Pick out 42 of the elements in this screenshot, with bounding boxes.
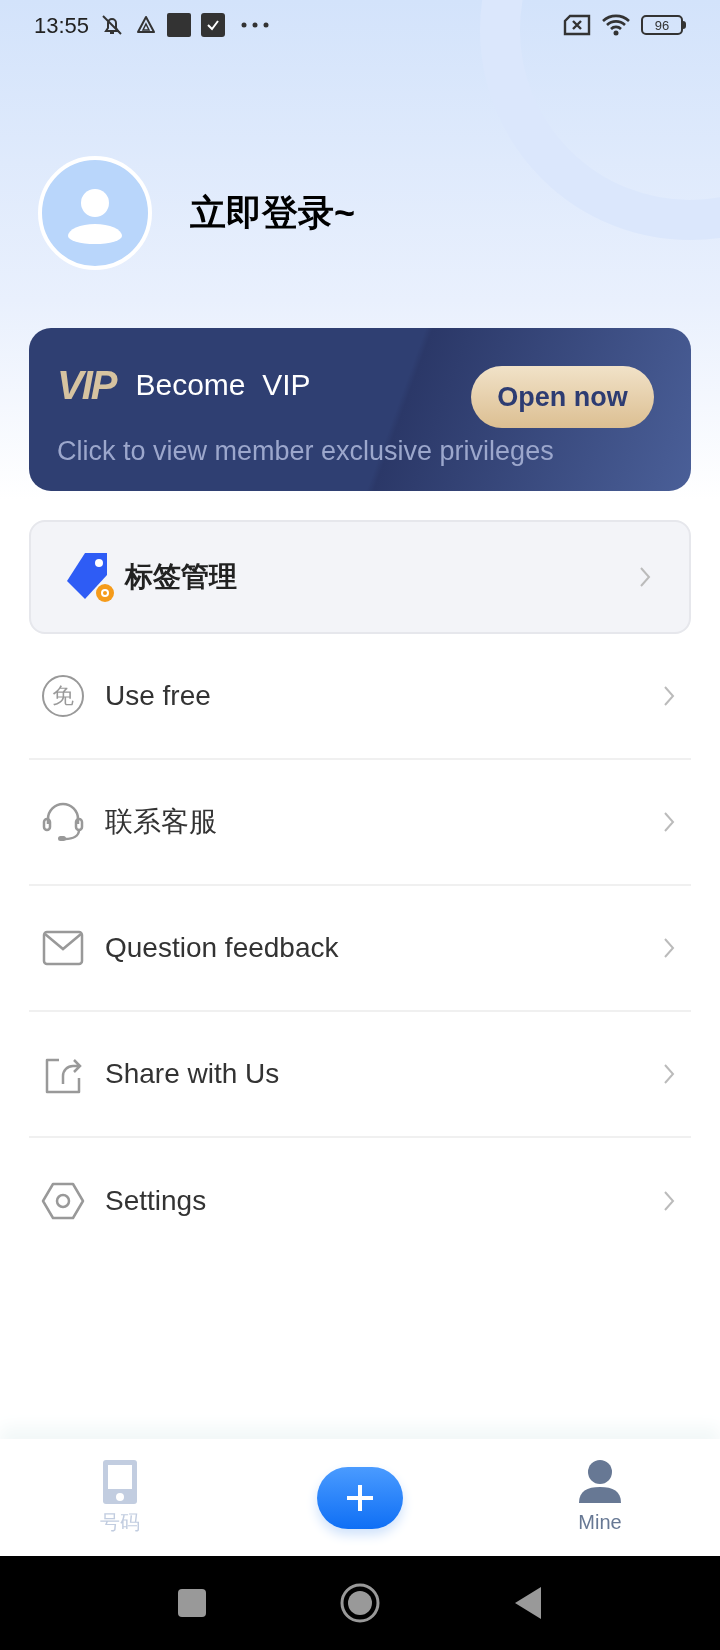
- vip-subtitle: Click to view member exclusive privileges: [57, 435, 555, 468]
- free-badge-icon: 免: [42, 675, 84, 717]
- menu-row[interactable]: 免 Use free: [29, 634, 691, 760]
- wifi-icon: [601, 13, 631, 37]
- mail-icon: [42, 930, 84, 966]
- home-icon[interactable]: [340, 1583, 380, 1623]
- more-icon: [241, 22, 270, 28]
- login-link[interactable]: 立即登录~: [190, 186, 356, 240]
- vip-title: Become VIP: [135, 367, 311, 403]
- settings-icon: [41, 1182, 85, 1220]
- chevron-right-icon: [663, 685, 675, 707]
- chevron-right-icon: [663, 811, 675, 833]
- menu-label: Use free: [105, 679, 211, 713]
- headset-icon: [42, 802, 84, 842]
- triangle-icon: [135, 14, 158, 36]
- square-icon: [167, 13, 192, 37]
- tag-management-card[interactable]: 标签管理: [29, 520, 691, 634]
- vip-logo: VIP: [57, 364, 116, 405]
- back-icon[interactable]: [514, 1586, 542, 1620]
- sim-x-icon: [563, 14, 591, 36]
- menu-label: Share with Us: [105, 1057, 280, 1091]
- add-button[interactable]: [317, 1466, 403, 1529]
- chevron-right-icon: [663, 1190, 675, 1212]
- chevron-right-icon: [639, 566, 651, 588]
- battery-indicator: 96: [641, 15, 683, 35]
- tab-item[interactable]: Mine: [578, 1458, 622, 1537]
- check-app-icon: [201, 13, 226, 37]
- menu-label: 联系客服: [105, 805, 217, 839]
- vip-card[interactable]: VIP Become VIP Open now Click to view member exclusive privileges: [29, 328, 691, 491]
- menu-row[interactable]: Question feedback: [29, 886, 691, 1012]
- menu-row[interactable]: Settings: [29, 1138, 691, 1264]
- menu-row[interactable]: 联系客服: [29, 760, 691, 886]
- tag-management-label: 标签管理: [125, 560, 237, 594]
- open-now-button[interactable]: Open now: [471, 366, 654, 428]
- tag-gear-icon: [65, 551, 117, 603]
- menu-label: Settings: [105, 1184, 207, 1218]
- plus-icon: [345, 1482, 375, 1513]
- chevron-right-icon: [663, 937, 675, 959]
- status-time: 13:55: [34, 11, 90, 40]
- chevron-right-icon: [663, 1063, 675, 1085]
- menu-row[interactable]: Share with Us: [29, 1012, 691, 1138]
- menu-label: Question feedback: [105, 931, 339, 965]
